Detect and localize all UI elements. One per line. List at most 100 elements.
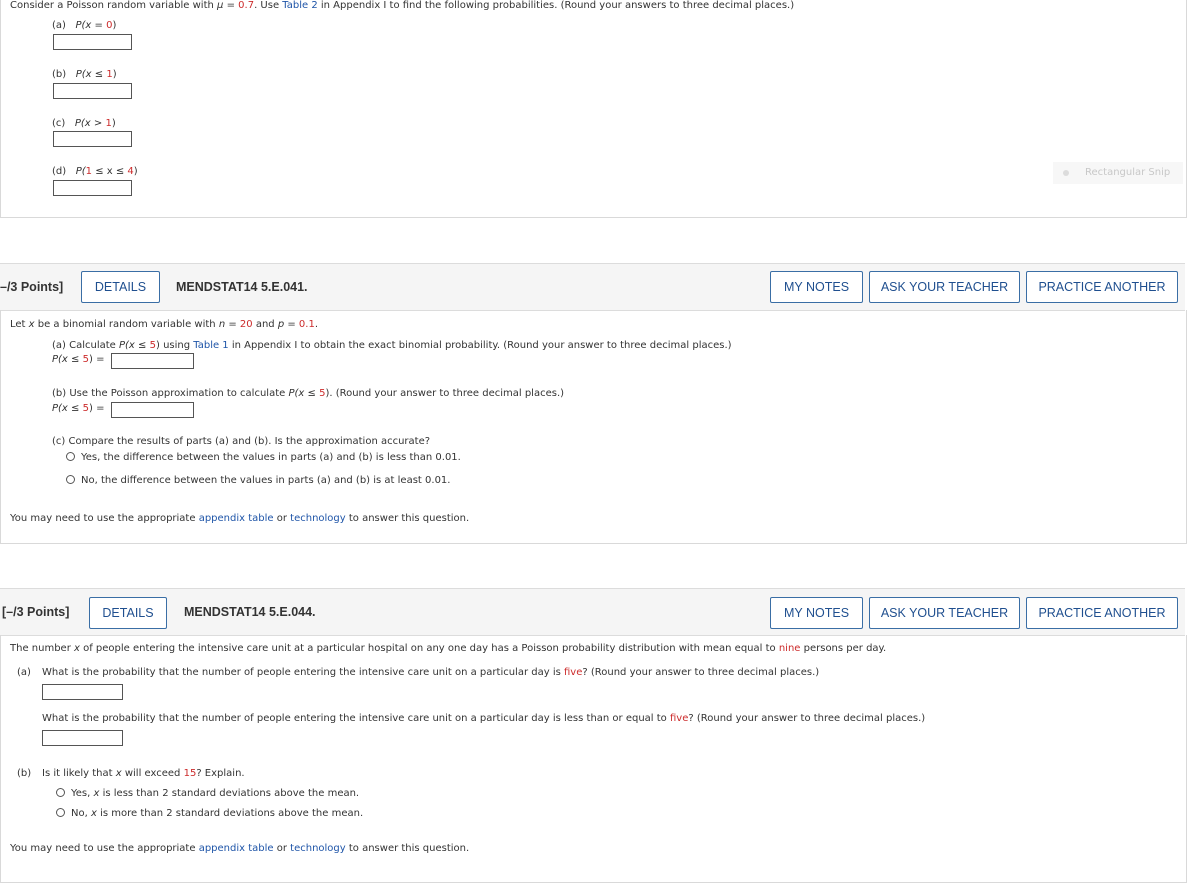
q2-part-b-text: (b) Use the Poisson approximation to cal… xyxy=(52,388,564,399)
rectangular-snip-overlay[interactable]: Rectangular Snip xyxy=(1053,162,1183,184)
q1-part-d-input[interactable] xyxy=(53,180,132,196)
q1-intro-eq: = xyxy=(223,0,239,11)
q2-part-a-text: (a) Calculate P(x ≤ 5) using Table 1 in … xyxy=(52,340,732,351)
q3-footer-1: You may need to use the appropriate xyxy=(10,843,199,854)
q3-part-a-input[interactable] xyxy=(42,684,123,700)
q2-option-yes-label: Yes, the difference between the values i… xyxy=(81,452,461,463)
q1-part-a-expr-4: ) xyxy=(112,20,117,31)
q3-intro-3: of people entering the intensive care un… xyxy=(79,643,779,654)
q2-table1-link[interactable]: Table 1 xyxy=(193,340,228,351)
q1-part-d-expr-3: ≤ x ≤ xyxy=(92,166,128,177)
q3-part-a2-text-1: What is the probability that the number … xyxy=(42,713,670,724)
q3-part-a-text-3: ? (Round your answer to three decimal pl… xyxy=(582,667,820,678)
q2-practice-another-button[interactable]: PRACTICE ANOTHER xyxy=(1026,271,1178,303)
q2-footer-3: to answer this question. xyxy=(345,513,470,524)
q1-intro-mu-value: 0.7 xyxy=(238,0,255,11)
q3-option-yes-label-1: Yes, xyxy=(71,788,94,799)
q1-part-b-tag: (b) xyxy=(52,69,67,80)
q1-part-c-expr-2: > xyxy=(90,118,106,129)
q2-my-notes-button[interactable]: MY NOTES xyxy=(770,271,863,303)
q2-option-yes-radio[interactable] xyxy=(66,452,75,461)
q3-option-no-label-1: No, xyxy=(71,808,91,819)
q3-part-b-text-5: ? Explain. xyxy=(196,768,245,779)
q3-footer-2: or xyxy=(273,843,291,854)
q1-intro: Consider a Poisson random variable with … xyxy=(10,0,794,11)
q1-part-c-input[interactable] xyxy=(53,131,132,147)
q2-footer: You may need to use the appropriate appe… xyxy=(10,513,469,524)
q3-part-a2-text-3: ? (Round your answer to three decimal pl… xyxy=(688,713,926,724)
q3-technology-link[interactable]: technology xyxy=(290,843,346,854)
snip-icon xyxy=(1063,170,1069,176)
q3-part-b-text: Is it likely that x will exceed 15? Expl… xyxy=(42,768,245,779)
q2-part-a-expr-2: ≤ xyxy=(67,354,83,365)
q2-intro-7: and xyxy=(252,319,278,330)
q3-my-notes-button[interactable]: MY NOTES xyxy=(770,597,863,629)
q3-part-a-text-2: five xyxy=(564,667,583,678)
q3-practice-another-button[interactable]: PRACTICE ANOTHER xyxy=(1026,597,1178,629)
q2-intro-6: 20 xyxy=(239,319,253,330)
q2-intro-5: = xyxy=(225,319,240,330)
q2-intro-1: Let xyxy=(10,319,29,330)
q3-option-yes-label-3: is less than 2 standard deviations above… xyxy=(99,788,360,799)
q2-details-button[interactable]: DETAILS xyxy=(81,271,160,303)
q2-part-a-text-1: (a) Calculate xyxy=(52,340,119,351)
q3-points: [–/3 Points] xyxy=(2,605,70,619)
q2-intro-11: . xyxy=(314,319,319,330)
q2-part-a-expr-4: ) = xyxy=(88,354,105,365)
q1-table2-link[interactable]: Table 2 xyxy=(282,0,317,11)
q1-part-c-tag: (c) xyxy=(52,118,66,129)
q2-intro: Let x be a binomial random variable with… xyxy=(10,319,318,330)
q1-part-a-input[interactable] xyxy=(53,34,132,50)
q1-part-b-label: (b) P(x ≤ 1) xyxy=(52,69,117,80)
q3-option-no-label-3: is more than 2 standard deviations above… xyxy=(96,808,364,819)
q2-points: –/3 Points] xyxy=(0,280,64,294)
q1-intro-text3: in Appendix I to find the following prob… xyxy=(317,0,795,11)
q2-part-b-text-3: ≤ xyxy=(304,388,320,399)
q3-intro-4: nine xyxy=(778,643,801,654)
q3-option-yes-label: Yes, x is less than 2 standard deviation… xyxy=(71,788,359,799)
q1-part-c-expr-4: ) xyxy=(111,118,116,129)
q1-part-c-label: (c) P(x > 1) xyxy=(52,118,116,129)
q3-intro-1: The number xyxy=(10,643,74,654)
q3-option-no-radio[interactable] xyxy=(56,808,65,817)
q3-details-button[interactable]: DETAILS xyxy=(89,597,167,629)
q3-footer: You may need to use the appropriate appe… xyxy=(10,843,469,854)
q2-part-b-text-1: (b) Use the Poisson approximation to cal… xyxy=(52,388,289,399)
q2-part-a-text-7: in Appendix I to obtain the exact binomi… xyxy=(228,340,732,351)
q3-part-a2-text: What is the probability that the number … xyxy=(42,713,925,724)
q1-part-a-label: (a) P(x = 0) xyxy=(52,20,116,31)
q3-ask-teacher-button[interactable]: ASK YOUR TEACHER xyxy=(869,597,1020,629)
q2-ask-teacher-button[interactable]: ASK YOUR TEACHER xyxy=(869,271,1020,303)
q3-part-a-text-1: What is the probability that the number … xyxy=(42,667,564,678)
snip-label: Rectangular Snip xyxy=(1085,167,1171,178)
q2-footer-2: or xyxy=(273,513,291,524)
q2-part-b-input[interactable] xyxy=(111,402,194,418)
q1-part-a-tag: (a) xyxy=(52,20,66,31)
q1-intro-text: Consider a Poisson random variable with xyxy=(10,0,218,11)
q1-part-b-input[interactable] xyxy=(53,83,132,99)
q3-appendix-table-link[interactable]: appendix table xyxy=(199,843,274,854)
q3-part-b-text-3: will exceed xyxy=(121,768,184,779)
q3-part-b-text-4: 15 xyxy=(183,768,197,779)
q2-part-a-text-3: ≤ xyxy=(134,340,150,351)
q1-part-d-expr-5: ) xyxy=(133,166,138,177)
q2-option-no-radio[interactable] xyxy=(66,475,75,484)
q3-option-yes-radio[interactable] xyxy=(56,788,65,797)
q1-part-b-expr-1: P(x xyxy=(75,69,92,80)
q2-intro-10: 0.1 xyxy=(298,319,315,330)
q1-part-a-expr-1: P(x xyxy=(75,20,92,31)
q2-intro-3: be a binomial random variable with xyxy=(34,319,219,330)
q3-part-a2-input[interactable] xyxy=(42,730,123,746)
q2-part-b-expr-1: P(x xyxy=(52,403,68,414)
q2-technology-link[interactable]: technology xyxy=(290,513,346,524)
q3-question-code: MENDSTAT14 5.E.044. xyxy=(184,605,316,619)
q2-part-b-expr-2: ≤ xyxy=(67,403,83,414)
q2-intro-9: = xyxy=(284,319,299,330)
q1-part-a-expr-2: = xyxy=(91,20,107,31)
q2-footer-1: You may need to use the appropriate xyxy=(10,513,199,524)
q2-appendix-table-link[interactable]: appendix table xyxy=(199,513,274,524)
q1-part-d-expr-1: P( xyxy=(75,166,86,177)
q2-part-a-input[interactable] xyxy=(111,353,194,369)
q3-part-a-text: What is the probability that the number … xyxy=(42,667,819,678)
q2-part-a-text-2: P(x xyxy=(119,340,135,351)
